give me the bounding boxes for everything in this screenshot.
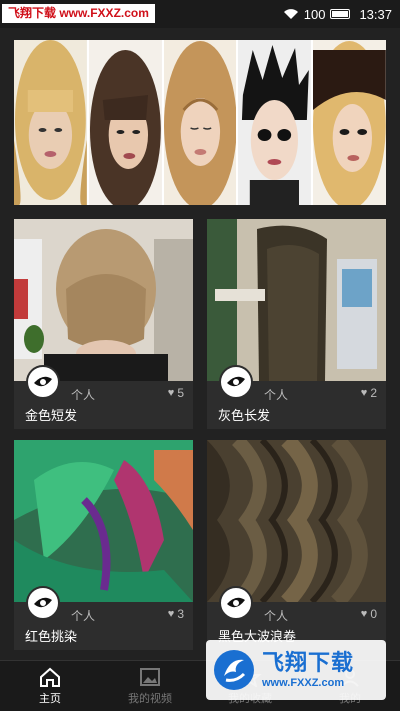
author-name[interactable]: 个人 <box>71 607 95 624</box>
heart-icon: ♥ <box>360 608 368 620</box>
image-icon <box>140 667 160 686</box>
banner-portrait <box>14 40 89 205</box>
heart-icon: ♥ <box>167 387 175 399</box>
author-name[interactable]: 个人 <box>71 386 95 403</box>
watermark-emblem-icon <box>214 650 254 690</box>
watermark-label: 飞翔下载 www.FXXZ.com <box>2 4 155 23</box>
card-photo <box>14 219 193 381</box>
like-count[interactable]: ♥ 3 <box>168 607 184 621</box>
author-avatar[interactable] <box>219 365 253 399</box>
nav-home-label: 主页 <box>39 692 61 705</box>
banner-portrait <box>238 40 314 205</box>
battery-icon <box>330 9 351 19</box>
banner-portrait <box>313 40 386 205</box>
home-icon <box>40 667 60 687</box>
eye-logo-icon <box>227 376 245 387</box>
author-avatar[interactable] <box>26 365 60 399</box>
like-count[interactable]: ♥ 2 <box>361 386 377 400</box>
battery-level: 100 <box>303 6 326 22</box>
card-title: 金色短发 <box>25 408 78 423</box>
nav-my-videos-label: 我的视频 <box>128 692 172 705</box>
heart-icon: ♥ <box>360 387 368 399</box>
author-avatar[interactable] <box>26 586 60 620</box>
card-blonde-short[interactable]: 个人 ♥ 5 金色短发 <box>14 219 193 429</box>
wifi-icon <box>283 9 298 19</box>
eye-logo-icon <box>227 597 245 608</box>
eye-logo-icon <box>34 597 52 608</box>
status-indicators: 100 13:37 <box>283 0 392 28</box>
nav-my-videos[interactable]: 我的视频 <box>100 661 200 711</box>
card-photo <box>207 440 386 608</box>
card-black-big-wave[interactable]: 个人 ♥ 0 黑色大波浪卷 <box>207 440 386 650</box>
card-title: 灰色长发 <box>218 408 271 423</box>
watermark-url: www.FXXZ.com <box>262 677 345 689</box>
author-name[interactable]: 个人 <box>264 607 288 624</box>
card-red-highlights[interactable]: 个人 ♥ 3 红色挑染 <box>14 440 193 650</box>
like-count[interactable]: ♥ 5 <box>168 386 184 400</box>
clock: 13:37 <box>359 6 392 22</box>
banner-portrait <box>163 40 239 205</box>
banner-image[interactable] <box>14 40 386 205</box>
watermark-title: 飞翔下载 <box>262 650 355 675</box>
status-bar: 飞翔下载 www.FXXZ.com 100 13:37 <box>0 0 400 28</box>
card-photo <box>14 440 193 602</box>
eye-logo-icon <box>34 376 52 387</box>
card-grey-long[interactable]: 个人 ♥ 2 灰色长发 <box>207 219 386 429</box>
watermark-logo: 飞翔下载 www.FXXZ.com <box>206 640 386 700</box>
like-count-value: 2 <box>370 386 377 400</box>
banner-portrait <box>88 40 164 205</box>
card-photo <box>207 219 386 381</box>
nav-home[interactable]: 主页 <box>0 661 100 711</box>
like-count-value: 3 <box>177 607 184 621</box>
like-count-value: 0 <box>370 607 377 621</box>
like-count-value: 5 <box>177 386 184 400</box>
author-avatar[interactable] <box>219 586 253 620</box>
heart-icon: ♥ <box>167 608 175 620</box>
card-title: 红色挑染 <box>25 629 78 644</box>
like-count[interactable]: ♥ 0 <box>361 607 377 621</box>
author-name[interactable]: 个人 <box>264 386 288 403</box>
